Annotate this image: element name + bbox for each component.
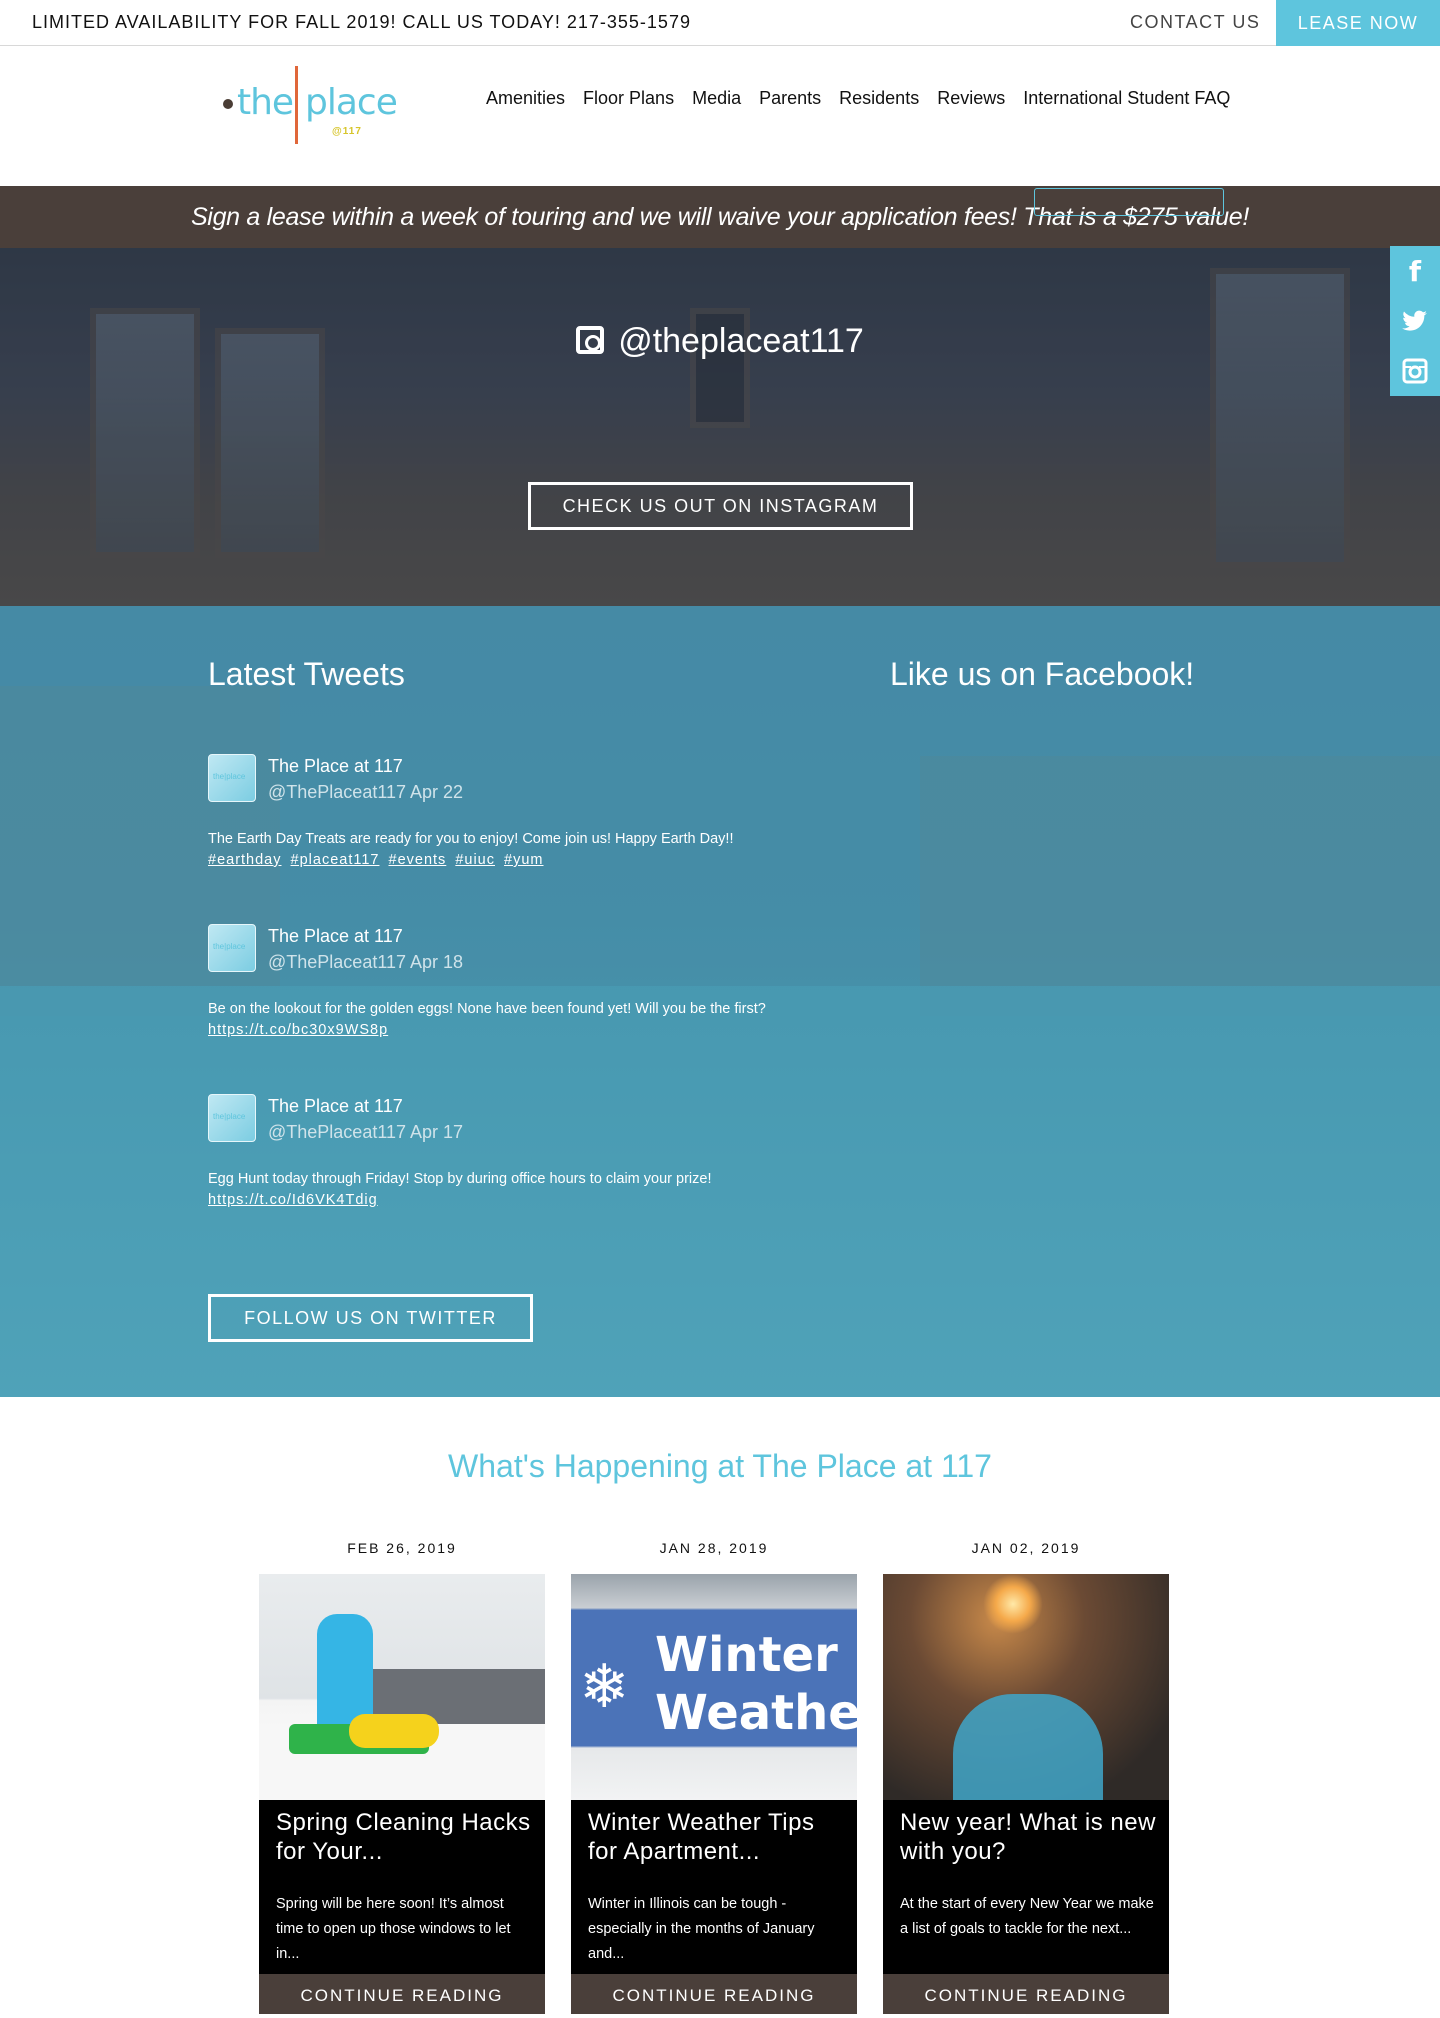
tweet-body: The Earth Day Treats are ready for you t… xyxy=(208,831,734,847)
latest-tweets-heading: Latest Tweets xyxy=(208,656,405,692)
tweet-links: https://t.co/Id6VK4Tdig xyxy=(208,1192,382,1208)
nav-residents[interactable]: Residents xyxy=(839,88,919,109)
tweet-avatar[interactable] xyxy=(208,754,256,802)
promo-banner-text: Sign a lease within a week of touring an… xyxy=(190,203,1250,231)
person-shape xyxy=(953,1694,1103,1800)
hashtag-link[interactable]: #events xyxy=(389,852,447,868)
sparkler-glow xyxy=(983,1574,1043,1634)
post-date: JAN 02, 2019 xyxy=(971,1540,1081,1556)
contact-us-link[interactable]: CONTACT US xyxy=(1130,12,1260,33)
post-date: JAN 28, 2019 xyxy=(659,1540,769,1556)
post-title[interactable]: Winter Weather Tips for Apartment... xyxy=(588,1808,848,1866)
site-logo[interactable]: the place @117 xyxy=(220,66,398,146)
post-card-body: Spring Cleaning Hacks for Your... Spring… xyxy=(259,1800,545,2000)
logo-divider xyxy=(295,66,298,144)
facebook-icon[interactable]: f xyxy=(1390,246,1440,296)
tweet-url-link[interactable]: https://t.co/Id6VK4Tdig xyxy=(208,1192,378,1208)
hashtag-link[interactable]: #uiuc xyxy=(455,852,495,868)
post-card-body: Winter Weather Tips for Apartment... Win… xyxy=(571,1800,857,2000)
availability-promo: LIMITED AVAILABILITY FOR FALL 2019! CALL… xyxy=(32,12,691,32)
logo-dot xyxy=(223,99,233,109)
tweet-links: https://t.co/bc30x9WS8p xyxy=(208,1022,392,1038)
happening-heading: What's Happening at The Place at 117 xyxy=(448,1448,992,1484)
tweet-author[interactable]: The Place at 117 xyxy=(268,1096,403,1117)
instagram-hero: @theplaceat117 CHECK US OUT ON INSTAGRAM xyxy=(0,248,1440,606)
continue-reading-button[interactable]: CONTINUE READING xyxy=(259,1974,545,2014)
tweet-meta: @ThePlaceat117 Apr 17 xyxy=(268,1122,464,1142)
post-excerpt: Spring will be here soon! It’s almost ti… xyxy=(276,1896,511,1962)
tweet-body: Egg Hunt today through Friday! Stop by d… xyxy=(208,1171,712,1187)
hashtag-link[interactable]: #earthday xyxy=(208,852,282,868)
banner-outline-box xyxy=(1034,188,1224,216)
tweet-meta: @ThePlaceat117 Apr 18 xyxy=(268,952,464,972)
tweet-avatar[interactable] xyxy=(208,924,256,972)
nav-parents[interactable]: Parents xyxy=(759,88,821,109)
post-excerpt: Winter in Illinois can be tough - especi… xyxy=(588,1896,815,1962)
continue-reading-button[interactable]: CONTINUE READING xyxy=(883,1974,1169,2014)
tweet-url-link[interactable]: https://t.co/bc30x9WS8p xyxy=(208,1022,388,1038)
follow-twitter-button[interactable]: FOLLOW US ON TWITTER xyxy=(208,1294,533,1342)
logo-number: @117 xyxy=(332,126,362,137)
snowflake-icon: ❄ xyxy=(579,1652,630,1722)
winter-image-text: Winter Weather xyxy=(655,1627,857,1741)
hashtag-link[interactable]: #yum xyxy=(504,852,543,868)
logo-the: the xyxy=(237,82,294,123)
hashtag-link[interactable]: #placeat117 xyxy=(291,852,380,868)
nav-reviews[interactable]: Reviews xyxy=(937,88,1005,109)
post-title[interactable]: New year! What is new with you? xyxy=(900,1808,1160,1866)
nav-international-student-faq[interactable]: International Student FAQ xyxy=(1023,88,1230,109)
instagram-icon xyxy=(576,326,605,354)
post-title[interactable]: Spring Cleaning Hacks for Your... xyxy=(276,1808,536,1866)
facebook-heading: Like us on Facebook! xyxy=(890,656,1195,692)
tweet-author[interactable]: The Place at 117 xyxy=(268,756,403,777)
social-sidebar: f xyxy=(1390,246,1440,396)
post-date: FEB 26, 2019 xyxy=(347,1540,457,1556)
tweet-meta: @ThePlaceat117 Apr 22 xyxy=(268,782,464,802)
nav-media[interactable]: Media xyxy=(692,88,741,109)
instagram-icon[interactable] xyxy=(1390,346,1440,396)
twitter-icon[interactable] xyxy=(1390,296,1440,346)
top-bar: LIMITED AVAILABILITY FOR FALL 2019! CALL… xyxy=(0,0,1440,46)
nav-amenities[interactable]: Amenities xyxy=(486,88,565,109)
post-image-spring-cleaning[interactable] xyxy=(259,1574,545,1800)
lease-now-button[interactable]: LEASE NOW xyxy=(1276,0,1440,46)
main-nav: Amenities Floor Plans Media Parents Resi… xyxy=(486,88,1248,109)
site-header: the place @117 Amenities Floor Plans Med… xyxy=(0,46,1440,204)
tweet-body: Be on the lookout for the golden eggs! N… xyxy=(208,1001,766,1017)
post-card-body: New year! What is new with you? At the s… xyxy=(883,1800,1169,2000)
hero-overlay xyxy=(0,248,1440,606)
post-excerpt: At the start of every New Year we make a… xyxy=(900,1896,1154,1937)
post-image-winter-weather[interactable]: ❄ Winter Weather xyxy=(571,1574,857,1800)
instagram-handle: @theplaceat117 xyxy=(618,322,864,360)
nav-floor-plans[interactable]: Floor Plans xyxy=(583,88,674,109)
tweet-avatar[interactable] xyxy=(208,1094,256,1142)
instagram-button[interactable]: CHECK US OUT ON INSTAGRAM xyxy=(528,482,913,530)
tweets-section: Latest Tweets Like us on Facebook! The P… xyxy=(0,606,1440,1397)
continue-reading-button[interactable]: CONTINUE READING xyxy=(571,1974,857,2014)
tweet-author[interactable]: The Place at 117 xyxy=(268,926,403,947)
logo-place: place xyxy=(305,82,398,123)
post-image-new-year[interactable] xyxy=(883,1574,1169,1800)
promo-banner: Sign a lease within a week of touring an… xyxy=(0,186,1440,248)
glove-shape xyxy=(349,1714,439,1748)
instagram-handle-row: @theplaceat117 xyxy=(0,322,1440,361)
tweet-links: #earthday #placeat117 #events #uiuc #yum xyxy=(208,852,548,868)
